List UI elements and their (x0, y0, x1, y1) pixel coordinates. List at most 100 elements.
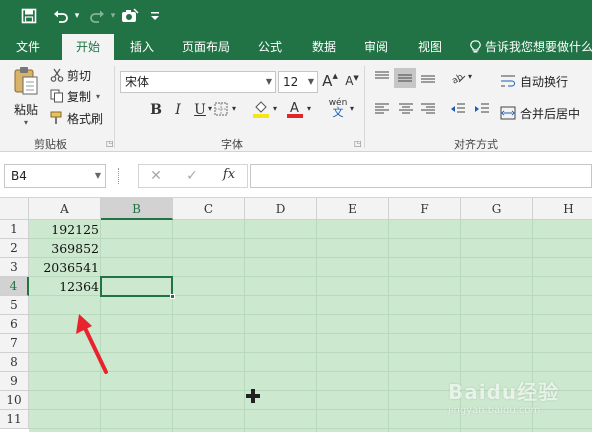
watermark-brand: Baidu经验 (448, 380, 560, 404)
formula-bar-grip[interactable] (118, 168, 120, 184)
column-header-d[interactable]: D (245, 198, 317, 220)
camera-icon[interactable] (118, 5, 142, 27)
column-header-b[interactable]: B (101, 198, 173, 220)
enter-icon[interactable]: ✓ (184, 168, 200, 184)
align-center-button[interactable] (396, 102, 416, 120)
tab-file[interactable]: 文件 (8, 34, 48, 60)
font-name-select[interactable]: 宋体 ▼ (120, 71, 276, 93)
grow-font-button[interactable]: A▲ (322, 72, 338, 90)
formula-input[interactable] (250, 164, 592, 188)
border-button[interactable] (212, 102, 230, 120)
row-header-2[interactable]: 2 (0, 239, 29, 258)
gridline (244, 220, 245, 432)
insert-function-icon[interactable]: fx (220, 167, 238, 182)
column-header-h[interactable]: H (533, 198, 592, 220)
cancel-icon[interactable]: ✕ (148, 168, 164, 184)
watermark-url: jingyan.baidu.com (448, 405, 541, 416)
column-header-a[interactable]: A (29, 198, 101, 220)
align-right-icon (421, 103, 435, 114)
increase-indent-button[interactable] (472, 102, 492, 120)
column-header-c[interactable]: C (173, 198, 245, 220)
font-color-dropdown-icon[interactable]: ▾ (305, 104, 313, 113)
column-header-g[interactable]: G (461, 198, 533, 220)
redo-dropdown-icon[interactable]: ▾ (108, 5, 118, 27)
format-painter-button[interactable]: 格式刷 (50, 108, 103, 128)
font-color-button[interactable]: A (286, 100, 304, 122)
active-cell[interactable] (100, 276, 173, 297)
undo-icon[interactable] (50, 5, 72, 27)
row-header-3[interactable]: 3 (0, 258, 29, 277)
tab-data[interactable]: 数据 (304, 34, 344, 60)
group-divider (364, 66, 365, 148)
copy-button[interactable]: 复制 ▾ (50, 86, 100, 106)
align-left-icon (375, 103, 389, 114)
row-header-5[interactable]: 5 (0, 296, 29, 315)
gridline (388, 220, 389, 432)
alignment-group-label: 对齐方式 (454, 138, 498, 151)
align-top-button[interactable] (372, 70, 392, 88)
font-name-value: 宋体 (125, 75, 150, 89)
fill-color-button[interactable] (252, 100, 270, 122)
orientation-icon: ab (450, 72, 465, 86)
row-header-9[interactable]: 9 (0, 372, 29, 391)
tab-page-layout[interactable]: 页面布局 (176, 34, 236, 60)
bold-button[interactable]: B (148, 102, 164, 118)
align-bottom-icon (421, 75, 435, 83)
phonetic-guide-button[interactable]: wén 文 (326, 98, 350, 118)
border-dropdown-icon[interactable]: ▾ (230, 104, 238, 113)
cut-button[interactable]: 剪切 (50, 65, 91, 85)
wrap-text-button[interactable]: 自动换行 (500, 72, 568, 90)
cell-a4[interactable]: 12364 (29, 277, 101, 296)
fill-color-dropdown-icon[interactable]: ▾ (271, 104, 279, 113)
name-box[interactable]: B4 ▼ (4, 164, 106, 188)
chevron-down-icon: ▼ (94, 171, 101, 180)
row-header-6[interactable]: 6 (0, 315, 29, 334)
phonetic-bottom-text: 文 (332, 106, 344, 119)
row-header-11[interactable]: 11 (0, 410, 29, 429)
align-left-button[interactable] (372, 102, 392, 120)
row-header-4[interactable]: 4 (0, 277, 29, 296)
decrease-indent-button[interactable] (448, 102, 468, 120)
cell-a1[interactable]: 192125 (29, 220, 101, 239)
align-bottom-button[interactable] (418, 70, 438, 88)
tab-review[interactable]: 审阅 (356, 34, 396, 60)
tab-formulas[interactable]: 公式 (250, 34, 290, 60)
customize-toolbar-icon[interactable] (148, 5, 162, 27)
row-header-10[interactable]: 10 (0, 391, 29, 410)
select-all-corner[interactable] (0, 198, 29, 220)
column-header-f[interactable]: F (389, 198, 461, 220)
gridline (29, 238, 592, 239)
annotation-arrow-icon (76, 314, 108, 374)
italic-button[interactable]: I (170, 102, 186, 118)
tab-view[interactable]: 视图 (410, 34, 450, 60)
clipboard-launcher-icon[interactable]: ◳ (106, 139, 114, 148)
undo-dropdown-icon[interactable]: ▾ (72, 5, 82, 27)
column-header-e[interactable]: E (317, 198, 389, 220)
shrink-font-button[interactable]: A▼ (344, 74, 360, 88)
font-launcher-icon[interactable]: ◳ (354, 139, 362, 148)
tab-home[interactable]: 开始 (62, 34, 114, 60)
save-icon[interactable] (18, 5, 40, 27)
phonetic-dropdown-icon[interactable]: ▾ (348, 104, 356, 113)
fill-handle[interactable] (170, 294, 175, 299)
redo-icon[interactable] (86, 5, 108, 27)
name-box-value: B4 (11, 169, 27, 183)
row-header-8[interactable]: 8 (0, 353, 29, 372)
cell-a2[interactable]: 369852 (29, 239, 101, 258)
align-middle-icon (398, 74, 412, 82)
align-top-icon (375, 71, 389, 79)
font-size-select[interactable]: 12 ▼ (278, 71, 318, 93)
tell-me-box[interactable]: 告诉我您想要做什么 (470, 34, 592, 60)
align-right-button[interactable] (418, 102, 438, 120)
paste-button[interactable]: 粘贴 ▾ (8, 66, 44, 127)
gridline (316, 220, 317, 432)
align-middle-button[interactable] (394, 68, 416, 88)
merge-center-button[interactable]: 合并后居中 (500, 104, 580, 122)
row-header-7[interactable]: 7 (0, 334, 29, 353)
orientation-button[interactable]: ab (448, 70, 468, 88)
orientation-dropdown-icon[interactable]: ▾ (466, 72, 474, 81)
tab-insert[interactable]: 插入 (122, 34, 162, 60)
align-center-icon (399, 103, 413, 114)
row-header-1[interactable]: 1 (0, 220, 29, 239)
cell-a3[interactable]: 2036541 (29, 258, 101, 277)
